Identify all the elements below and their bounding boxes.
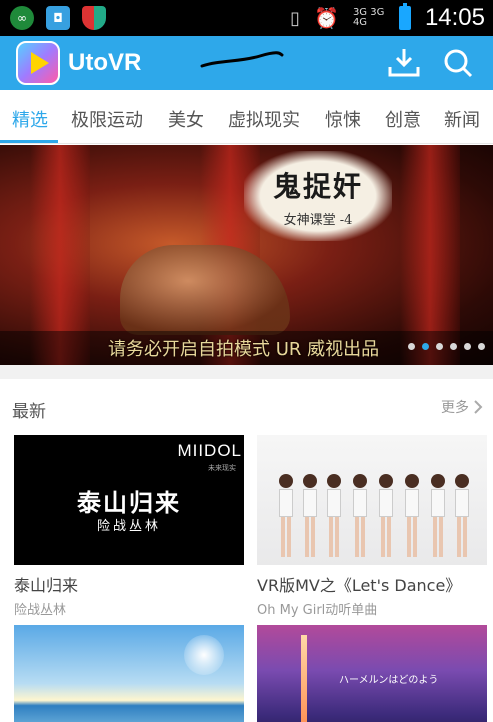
latest-section-header: 最新 更多 xyxy=(0,379,493,435)
category-tabs: 精选 极限运动 美女 虚拟现实 惊悚 创意 新闻 xyxy=(0,90,493,144)
banner-dot[interactable] xyxy=(436,343,443,350)
app-bar: UtoVR xyxy=(0,36,493,90)
tab-virtual-reality[interactable]: 虚拟现实 xyxy=(228,106,300,132)
featured-banner[interactable]: 鬼捉奸 女神课堂 -4 请务必开启自拍模式 UR 威视出品 xyxy=(0,145,493,365)
thumb-caption: ハーメルンはどのよう xyxy=(339,675,439,686)
tab-creative[interactable]: 创意 xyxy=(385,106,421,132)
app-logo xyxy=(16,41,60,85)
banner-figure xyxy=(120,245,290,335)
download-icon xyxy=(388,49,420,77)
video-thumbnail[interactable] xyxy=(14,625,244,722)
active-tab-indicator xyxy=(0,140,58,143)
network-indicator: 3G 3G 4G xyxy=(352,7,385,28)
video-subtitle: Oh My Girl动听单曲 xyxy=(257,603,378,618)
status-bar: ∞ ◘ ▯ ⏰ 3G 3G 4G 14:05 xyxy=(0,0,493,36)
tab-featured[interactable]: 精选 xyxy=(12,106,48,132)
video-thumbnail[interactable]: ハーメルンはどのよう xyxy=(257,625,487,722)
section-divider xyxy=(0,365,493,379)
thumb-subtitle: 险战丛林 xyxy=(96,519,161,534)
banner-subtitle: 女神课堂 -4 xyxy=(283,212,353,228)
video-card[interactable]: ハーメルンはどのよう xyxy=(257,625,487,722)
thumb-brand: MIIDOL xyxy=(177,441,242,460)
video-title[interactable]: 泰山归来 xyxy=(14,572,244,596)
download-button[interactable] xyxy=(386,45,422,81)
video-thumbnail[interactable]: MIIDOL 未来现实 泰山归来 险战丛林 xyxy=(14,435,244,565)
search-icon xyxy=(444,49,473,78)
video-card[interactable]: MIIDOL 未来现实 泰山归来 险战丛林 泰山归来 险战丛林 xyxy=(14,435,244,618)
more-link[interactable]: 更多 xyxy=(441,397,483,417)
tab-beauty[interactable]: 美女 xyxy=(168,106,204,132)
banner-dot[interactable] xyxy=(408,343,415,350)
app-title: UtoVR xyxy=(68,49,142,76)
battery-icon xyxy=(398,3,411,30)
shield-icon xyxy=(82,6,106,30)
clock: 14:05 xyxy=(424,4,485,31)
vibrate-icon: ▯ xyxy=(290,7,301,29)
alarm-icon: ⏰ xyxy=(314,6,339,30)
banner-caption-bar: 请务必开启自拍模式 UR 威视出品 xyxy=(0,331,493,365)
banner-caption: 请务必开启自拍模式 UR 威视出品 xyxy=(108,339,380,360)
video-thumbnail[interactable] xyxy=(257,435,487,565)
video-card[interactable] xyxy=(14,625,244,722)
redaction-scribble xyxy=(200,51,284,68)
banner-dot-active[interactable] xyxy=(422,343,429,350)
tab-news[interactable]: 新闻 xyxy=(444,106,480,132)
banner-dot[interactable] xyxy=(478,343,485,350)
banner-pagination xyxy=(408,343,485,350)
video-subtitle: 险战丛林 xyxy=(14,603,67,618)
video-card[interactable]: VR版MV之《Let's Dance》 Oh My Girl动听单曲 xyxy=(257,435,487,618)
banner-dot[interactable] xyxy=(450,343,457,350)
thumb-brand-sub: 未来现实 xyxy=(208,464,236,472)
more-label: 更多 xyxy=(441,400,469,416)
banner-title: 鬼捉奸 xyxy=(272,169,363,203)
infinity-icon: ∞ xyxy=(10,6,34,30)
banner-title-plate: 鬼捉奸 女神课堂 -4 xyxy=(244,151,392,241)
tab-thriller[interactable]: 惊悚 xyxy=(325,106,361,132)
screenshot-icon: ◘ xyxy=(46,6,70,30)
search-button[interactable] xyxy=(440,45,476,81)
tab-extreme-sports[interactable]: 极限运动 xyxy=(71,106,143,132)
thumb-title: 泰山归来 xyxy=(77,489,181,517)
banner-dot[interactable] xyxy=(464,343,471,350)
chevron-right-icon xyxy=(474,400,483,414)
video-title[interactable]: VR版MV之《Let's Dance》 xyxy=(257,572,487,596)
section-title: 最新 xyxy=(12,402,46,422)
